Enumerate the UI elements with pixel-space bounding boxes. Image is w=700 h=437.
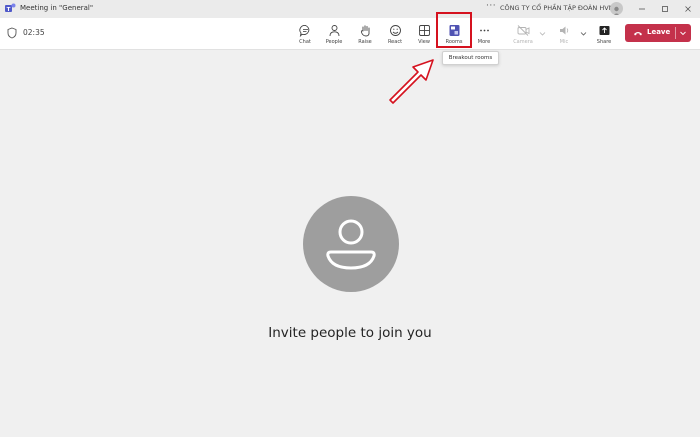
- org-name: CÔNG TY CỔ PHẦN TẬP ĐOÀN HVN: [500, 4, 614, 12]
- maximize-button[interactable]: [655, 1, 675, 17]
- raise-hand-icon: [360, 25, 370, 37]
- close-window-button[interactable]: [678, 1, 698, 17]
- rooms-highlight-box: [436, 12, 472, 48]
- leave-label: Leave: [647, 28, 671, 36]
- teams-logo-icon: T: [5, 3, 16, 13]
- camera-button[interactable]: Camera: [509, 20, 537, 48]
- person-icon: [326, 219, 376, 270]
- leave-options-chevron-down-icon[interactable]: [679, 29, 687, 37]
- minimize-button[interactable]: [632, 1, 652, 17]
- chat-button[interactable]: Chat: [291, 20, 319, 48]
- leave-button[interactable]: Leave: [625, 24, 691, 42]
- participant-avatar: [303, 196, 399, 292]
- people-button[interactable]: People: [320, 20, 348, 48]
- shield-icon: [7, 27, 17, 39]
- chat-icon: [298, 25, 309, 37]
- more-button[interactable]: More: [470, 20, 498, 48]
- mic-button[interactable]: Mic: [550, 20, 578, 48]
- meeting-timer: 02:35: [23, 28, 45, 37]
- more-label: More: [477, 39, 491, 45]
- chat-label: Chat: [299, 39, 311, 45]
- more-icon: [479, 29, 489, 32]
- people-label: People: [325, 39, 343, 45]
- view-icon: [418, 25, 430, 36]
- invite-message: Invite people to join you: [268, 325, 432, 341]
- annotation-arrow-icon: [389, 59, 434, 104]
- camera-options-chevron-down-icon[interactable]: [539, 30, 546, 37]
- mic-options-chevron-down-icon[interactable]: [580, 30, 587, 37]
- react-button[interactable]: React: [381, 20, 409, 48]
- view-label: View: [418, 39, 430, 45]
- user-avatar[interactable]: [610, 2, 623, 15]
- mic-label: Mic: [559, 39, 569, 45]
- speaker-icon: [559, 26, 568, 35]
- view-button[interactable]: View: [410, 20, 438, 48]
- breakout-rooms-tooltip: Breakout rooms: [442, 51, 499, 65]
- react-icon: [389, 25, 401, 36]
- share-label: Share: [596, 39, 612, 45]
- title-more-button[interactable]: ···: [486, 1, 496, 11]
- svg-text:T: T: [7, 7, 11, 13]
- minimize-icon: [639, 8, 645, 10]
- title-bar: T Meeting in "General" ··· CÔNG TY CỔ PH…: [0, 0, 700, 18]
- people-icon: [329, 25, 339, 37]
- window-title: Meeting in "General": [20, 4, 94, 12]
- raise-hand-button[interactable]: Raise: [351, 20, 379, 48]
- share-icon: [599, 26, 609, 35]
- react-label: React: [387, 39, 403, 45]
- meeting-toolbar: 02:35 Chat People Raise React View Rooms…: [0, 18, 700, 50]
- maximize-icon: [662, 6, 668, 12]
- raise-label: Raise: [358, 39, 372, 45]
- share-button[interactable]: Share: [590, 20, 618, 48]
- camera-label: Camera: [513, 39, 533, 45]
- leave-separator: [675, 27, 676, 39]
- phone-hangup-icon: [634, 32, 642, 36]
- close-icon: [685, 6, 691, 12]
- camera-icon: [517, 25, 529, 36]
